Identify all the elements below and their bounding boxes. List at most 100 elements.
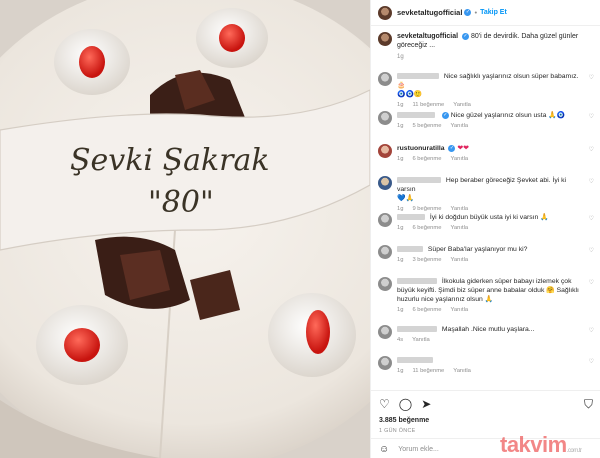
cream-rosette [54,29,130,95]
comment-age: 4s [397,337,404,343]
heart-icon[interactable]: ♡ [589,146,594,153]
comment-age: 1g [397,102,404,108]
reply-button[interactable]: Yanıtla [450,225,468,231]
caption: sevketaltugofficial ✓ 80'i de devirdik. … [378,32,594,62]
redacted-username [397,326,437,333]
comment-text: Süper Baba'lar yaşlanıyor mu ki? [427,246,528,253]
save-icon[interactable]: ⛉ [584,398,593,410]
verified-badge-icon: ✓ [464,9,472,16]
redacted-username [397,112,435,119]
comment-item: Maşallah .Nice mutlu yaşlara... 4s Yanıtl… [378,325,594,345]
follow-button[interactable]: Takip Et [480,9,507,16]
heart-icon[interactable]: ♡ [589,358,594,365]
heart-icon[interactable]: ♡ [589,178,594,185]
redacted-username [397,278,437,285]
reply-button[interactable]: Yanıtla [453,368,471,374]
likes-count[interactable]: 3.885 beğenme [379,417,593,424]
reply-button[interactable]: Yanıtla [450,257,468,263]
avatar[interactable] [378,111,392,125]
comment-input[interactable]: Yorum ekle... [398,446,439,453]
reply-button[interactable]: Yanıtla [450,123,468,129]
post-sidebar: sevketaltugofficial ✓ • Takip Et sevketa… [370,0,600,458]
reply-button[interactable]: Yanıtla [450,206,468,212]
comment-item: İyi ki doğdun büyük usta iyi ki varsın 🙏… [378,213,594,233]
comment-likes[interactable]: 3 beğenme [412,257,441,263]
comment-likes[interactable]: 6 beğenme [412,156,441,162]
redacted-username [397,177,441,184]
comment-icon[interactable]: ◯ [399,398,412,410]
comment-emoji: 🎂 [397,82,406,89]
comment-age: 1g [397,206,404,212]
comment-likes[interactable]: 11 beğenme [412,102,444,108]
heart-icon[interactable]: ♡ [589,327,594,334]
comment-item: Nice sağlıklı yaşlarınız olsun süper bab… [378,72,594,110]
comment-emoji: 🧿🧿🙂 [397,91,423,98]
separator-dot: • [474,8,478,17]
comment-likes[interactable]: 9 beğenme [412,206,441,212]
avatar[interactable] [378,277,392,291]
comment-text: Maşallah .Nice mutlu yaşlara... [441,326,535,333]
comment-emoji: 💙🙏 [397,195,414,202]
heart-icon[interactable]: ♡ [589,74,594,81]
comment-item: İlkokula giderken süper babayı izlemek ç… [378,277,594,315]
comment-emoji: ❤❤ [457,145,469,152]
redacted-username [397,357,433,364]
comment-age: 1g [397,225,404,231]
comment-age: 1g [397,156,404,162]
comment-emoji: 🙏 [540,214,549,221]
post-photo: Şevki Şakrak "80" [0,0,370,458]
author-username[interactable]: sevketaltugofficial [397,8,462,17]
caption-username[interactable]: sevketaltugofficial [397,33,458,40]
avatar[interactable] [378,245,392,259]
reply-button[interactable]: Yanıtla [450,307,468,313]
reply-button[interactable]: Yanıtla [412,337,430,343]
avatar[interactable] [378,72,392,86]
cake-inscription-line1: Şevki Şakrak [70,143,270,178]
verified-badge-icon: ✓ [462,32,470,40]
comment-likes[interactable]: 5 beğenme [412,123,441,129]
comment-emoji: 🤗 [546,287,555,294]
cake-inscription-line2: "80" [148,185,214,220]
comment-likes[interactable]: 11 beğenme [412,368,444,374]
avatar[interactable] [378,32,392,46]
avatar[interactable] [378,5,392,20]
avatar[interactable] [378,176,392,190]
heart-icon[interactable]: ♡ [379,398,390,410]
comment-text: Nice güzel yaşlarınız olsun usta [450,112,547,119]
avatar[interactable] [378,144,392,158]
comment-text: Nice sağlıklı yaşlarınız olsun süper bab… [443,73,579,80]
avatar[interactable] [378,325,392,339]
verified-badge-icon: ✓ [441,111,449,119]
comment-likes[interactable]: 6 beğenme [412,307,441,313]
reply-button[interactable]: Yanıtla [450,156,468,162]
redacted-username [397,73,439,80]
heart-icon[interactable]: ♡ [589,247,594,254]
comment-item: rustuonuratilla ✓ ❤❤ 1g 6 beğenme Yanıtla … [378,144,594,164]
watermark-suffix: .com.tr [566,448,582,454]
comment-username[interactable]: rustuonuratilla [397,145,445,152]
post-header: sevketaltugofficial ✓ • Takip Et [371,0,600,26]
watermark-brand: takvim [500,432,567,457]
instagram-post: Şevki Şakrak "80" sevketaltugofficial ✓ … [0,0,600,458]
heart-icon[interactable]: ♡ [589,279,594,286]
comment-item: Hep beraber göreceğiz Şevket abi. İyi ki… [378,176,594,214]
heart-icon[interactable]: ♡ [589,113,594,120]
comment-item: Süper Baba'lar yaşlanıyor mu ki? 1g 3 beğ… [378,245,594,265]
comment-likes[interactable]: 6 beğenme [412,225,441,231]
comment-age: 1g [397,368,404,374]
comment-item: 1g 11 beğenme Yanıtla ♡ [378,356,594,376]
comment-item: ✓ Nice güzel yaşlarınız olsun usta 🙏🧿 1g… [378,111,594,131]
comment-age: 1g [397,307,404,313]
emoji-icon[interactable]: ☺ [379,444,389,455]
share-icon[interactable]: ➤ [421,398,431,410]
redacted-username [397,214,425,221]
avatar[interactable] [378,213,392,227]
caption-age: 1g [397,54,404,60]
watermark-logo: takvim.com.tr [500,432,582,458]
comment-emoji: 🙏🧿 [548,112,566,119]
avatar[interactable] [378,356,392,370]
cream-rosette [196,8,268,68]
reply-button[interactable]: Yanıtla [453,102,471,108]
heart-icon[interactable]: ♡ [589,215,594,222]
comments-list: sevketaltugofficial ✓ 80'i de devirdik. … [371,26,600,390]
